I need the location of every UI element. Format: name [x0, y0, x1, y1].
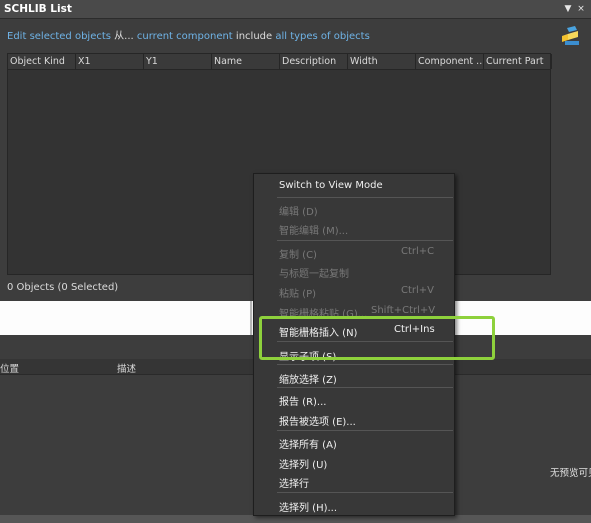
filter-bar: Edit selected objects 从... current compo…: [0, 19, 591, 51]
menu-item-paste: 粘贴 (P) Ctrl+V: [254, 282, 454, 300]
menu-label: 与标题一起复制: [279, 269, 349, 280]
panel-title-bar: SCHLIB List ▼ ×: [0, 0, 591, 19]
grid-header: Object Kind X1 Y1 Name Description Width…: [8, 54, 552, 70]
menu-separator: [277, 492, 453, 493]
component-tool-icon[interactable]: [559, 25, 583, 49]
menu-item-edit: 编辑 (D): [254, 200, 454, 218]
filter-all-types-link[interactable]: all types of objects: [275, 31, 369, 42]
menu-item-zoom-selection[interactable]: 缩放选择 (Z): [254, 368, 454, 386]
filter-include-text: include: [235, 31, 273, 42]
column-header-name[interactable]: Name: [212, 54, 280, 69]
objects-status-text: 0 Objects (0 Selected): [7, 282, 119, 293]
menu-label: 缩放选择 (Z): [279, 375, 337, 386]
column-header-description[interactable]: Description: [280, 54, 348, 69]
menu-label: 选择所有 (A): [279, 440, 337, 451]
menu-separator: [277, 387, 453, 388]
column-header-desc[interactable]: 描述: [117, 361, 136, 375]
menu-separator: [277, 430, 453, 431]
filter-current-component-link[interactable]: current component: [137, 31, 233, 42]
filter-selected-objects-link[interactable]: selected objects: [30, 31, 111, 42]
menu-label: 选择行: [279, 479, 309, 490]
menu-item-copy: 复制 (C) Ctrl+C: [254, 243, 454, 261]
bottom-scrollbar[interactable]: [0, 515, 591, 523]
menu-separator: [277, 364, 453, 365]
column-header-width[interactable]: Width: [348, 54, 416, 69]
menu-separator: [277, 197, 453, 198]
menu-label: 报告 (R)...: [279, 397, 327, 408]
filter-from-text: 从...: [114, 31, 134, 42]
no-preview-text: 无预览可见: [550, 468, 591, 479]
menu-item-select-row[interactable]: 选择行: [254, 472, 454, 490]
column-header-x1[interactable]: X1: [76, 54, 144, 69]
menu-label: 报告被选项 (E)...: [279, 417, 356, 428]
menu-label: 选择列 (U): [279, 460, 328, 471]
column-header-y1[interactable]: Y1: [144, 54, 212, 69]
menu-label: 编辑 (D): [279, 207, 318, 218]
menu-label: 粘贴 (P): [279, 289, 317, 300]
menu-item-report-selected[interactable]: 报告被选项 (E)...: [254, 410, 454, 428]
menu-item-copy-with-header: 与标题一起复制: [254, 262, 454, 280]
menu-item-switch-view-mode[interactable]: Switch to View Mode: [254, 177, 454, 195]
filter-sentence: Edit selected objects 从... current compo…: [7, 27, 370, 42]
menu-shortcut: Shift+Ctrl+V: [371, 305, 436, 316]
menu-item-report[interactable]: 报告 (R)...: [254, 390, 454, 408]
menu-label: 复制 (C): [279, 250, 317, 261]
close-icon[interactable]: ×: [575, 2, 587, 16]
menu-label: Switch to View Mode: [279, 180, 383, 191]
menu-label: 选择列 (H)...: [279, 503, 338, 514]
column-header-component[interactable]: Component ...: [416, 54, 484, 69]
menu-item-select-column[interactable]: 选择列 (U): [254, 453, 454, 471]
menu-separator: [277, 240, 453, 241]
pin-icon[interactable]: ▼: [562, 2, 574, 16]
column-header-object-kind[interactable]: Object Kind: [8, 54, 76, 69]
filter-edit-link[interactable]: Edit: [7, 31, 26, 42]
menu-item-select-columns[interactable]: 选择列 (H)...: [254, 496, 454, 514]
column-header-location[interactable]: 位置: [0, 361, 19, 375]
menu-shortcut: Ctrl+C: [401, 246, 435, 257]
menu-item-smart-edit: 智能编辑 (M)...: [254, 219, 454, 237]
menu-shortcut: Ctrl+V: [401, 285, 435, 296]
menu-label: 智能编辑 (M)...: [279, 226, 349, 237]
column-header-current-part[interactable]: Current Part: [484, 54, 552, 69]
menu-item-select-all[interactable]: 选择所有 (A): [254, 433, 454, 451]
splitter[interactable]: [250, 301, 252, 335]
panel-title: SCHLIB List: [4, 3, 72, 15]
highlight-annotation-box: [259, 316, 495, 360]
